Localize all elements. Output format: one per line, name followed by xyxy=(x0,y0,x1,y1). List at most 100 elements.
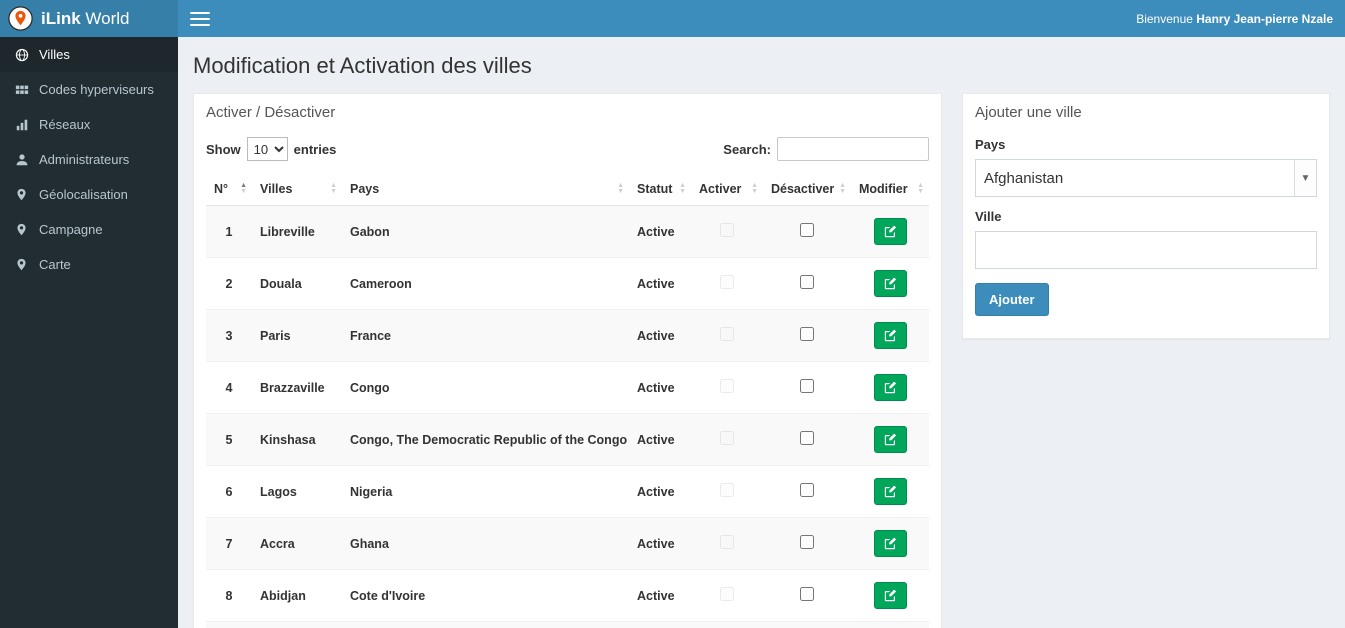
row-statut: Active xyxy=(629,621,691,628)
modifier-button[interactable] xyxy=(873,270,907,297)
column-header-5[interactable]: Désactiver ▲ ▼ xyxy=(763,173,851,206)
table-row: 3 Paris France Active xyxy=(206,309,929,362)
edit-icon xyxy=(884,485,897,498)
modifier-button[interactable] xyxy=(873,218,907,245)
sidebar-item-label: Administrateurs xyxy=(39,152,130,167)
row-statut: Active xyxy=(629,309,691,362)
row-pays: Cote d'Ivoire xyxy=(342,569,629,622)
row-num: 6 xyxy=(206,465,252,518)
row-num: 1 xyxy=(206,205,252,258)
row-pays: Gabon xyxy=(342,205,629,258)
row-pays: Ghana xyxy=(342,517,629,570)
search-input[interactable] xyxy=(777,137,929,161)
welcome-user[interactable]: Bienvenue Hanry Jean-pierre Nzale xyxy=(1136,12,1333,26)
page-length-select[interactable]: 10 xyxy=(246,137,288,161)
column-header-6[interactable]: Modifier ▲ ▼ xyxy=(851,173,929,206)
row-ville: Lagos xyxy=(252,465,342,518)
modifier-button[interactable] xyxy=(873,374,907,401)
sidebar-item-codes-hyperviseurs[interactable]: Codes hyperviseurs xyxy=(0,72,178,107)
app-logo[interactable]: iLink World xyxy=(0,0,178,37)
table-body: 1 Libreville Gabon Active 2 Douala Cameroon Act… xyxy=(206,205,929,628)
row-num: 2 xyxy=(206,257,252,310)
desactiver-checkbox[interactable] xyxy=(800,587,814,601)
row-num: 8 xyxy=(206,569,252,622)
sidebar-item-label: Villes xyxy=(39,47,70,62)
sidebar-item-label: Campagne xyxy=(39,222,103,237)
row-statut: Active xyxy=(629,569,691,622)
table-row: 1 Libreville Gabon Active xyxy=(206,205,929,258)
map-pin-icon xyxy=(14,187,29,202)
sidebar-item-geolocalisation[interactable]: Géolocalisation xyxy=(0,177,178,212)
column-header-3[interactable]: Statut ▲ ▼ xyxy=(629,173,691,206)
row-pays: France xyxy=(342,309,629,362)
sort-icon: ▲ ▼ xyxy=(679,182,686,195)
pays-select[interactable]: Afghanistan xyxy=(975,159,1317,197)
sidebar-item-reseaux[interactable]: Réseaux xyxy=(0,107,178,142)
grid-icon xyxy=(14,82,29,97)
row-pays: Congo xyxy=(342,361,629,414)
desactiver-checkbox[interactable] xyxy=(800,327,814,341)
sort-icon: ▲ ▼ xyxy=(839,182,846,195)
sidebar-item-label: Réseaux xyxy=(39,117,91,132)
sort-icon: ▲ ▼ xyxy=(917,182,924,195)
sort-icon: ▲ ▼ xyxy=(617,182,624,195)
sidebar-item-carte[interactable]: Carte xyxy=(0,247,178,282)
row-statut: Active xyxy=(629,413,691,466)
row-ville: Paris xyxy=(252,309,342,362)
ville-label: Ville xyxy=(975,209,1002,224)
row-pays: Congo, The Democratic Republic of the Co… xyxy=(342,413,629,466)
column-header-1[interactable]: Villes ▲ ▼ xyxy=(252,173,342,206)
page-title: Modification et Activation des villes xyxy=(193,53,532,78)
modifier-button[interactable] xyxy=(873,530,907,557)
table-header-row: N° ▲ ▼ Villes ▲ ▼ Pays ▲ ▼ Statut ▲ ▼ Activer ▲ ▼ Désac… xyxy=(206,173,929,206)
entries-label: entries xyxy=(293,141,337,157)
table-row: 4 Brazzaville Congo Active xyxy=(206,361,929,414)
show-label: Show xyxy=(206,141,241,157)
edit-icon xyxy=(884,329,897,342)
sidebar-item-label: Carte xyxy=(39,257,71,272)
modifier-button[interactable] xyxy=(873,582,907,609)
ajouter-button[interactable]: Ajouter xyxy=(975,283,1049,316)
column-header-4[interactable]: Activer ▲ ▼ xyxy=(691,173,763,206)
activer-checkbox xyxy=(720,275,734,289)
table-row: 9DakarSenegalActive xyxy=(206,621,929,628)
ville-input[interactable] xyxy=(975,231,1317,269)
desactiver-checkbox[interactable] xyxy=(800,223,814,237)
modifier-button[interactable] xyxy=(873,478,907,505)
search-label: Search: xyxy=(723,141,771,157)
edit-icon xyxy=(884,537,897,550)
row-num: 7 xyxy=(206,517,252,570)
row-ville: Dakar xyxy=(252,621,342,628)
user-icon xyxy=(14,152,29,167)
column-header-0[interactable]: N° ▲ ▼ xyxy=(206,173,252,206)
sidebar-item-administrateurs[interactable]: Administrateurs xyxy=(0,142,178,177)
activer-checkbox xyxy=(720,535,734,549)
row-statut: Active xyxy=(629,465,691,518)
row-num: 9 xyxy=(206,621,252,628)
desactiver-checkbox[interactable] xyxy=(800,483,814,497)
pays-label: Pays xyxy=(975,137,1006,152)
activer-checkbox xyxy=(720,379,734,393)
edit-icon xyxy=(884,277,897,290)
sidebar-item-label: Codes hyperviseurs xyxy=(39,82,154,97)
sort-icon: ▲ ▼ xyxy=(240,182,247,195)
row-pays: Nigeria xyxy=(342,465,629,518)
desactiver-checkbox[interactable] xyxy=(800,431,814,445)
modifier-button[interactable] xyxy=(873,426,907,453)
activer-checkbox xyxy=(720,223,734,237)
modifier-button[interactable] xyxy=(873,322,907,349)
desactiver-checkbox[interactable] xyxy=(800,535,814,549)
edit-icon xyxy=(884,589,897,602)
column-header-2[interactable]: Pays ▲ ▼ xyxy=(342,173,629,206)
desactiver-checkbox[interactable] xyxy=(800,275,814,289)
sidebar-item-villes[interactable]: Villes xyxy=(0,37,178,72)
sidebar-item-campagne[interactable]: Campagne xyxy=(0,212,178,247)
add-panel-title: Ajouter une ville xyxy=(975,104,1082,121)
sort-icon: ▲ ▼ xyxy=(330,182,337,195)
desactiver-checkbox[interactable] xyxy=(800,379,814,393)
table-row: 2 Douala Cameroon Active xyxy=(206,257,929,310)
activer-checkbox xyxy=(720,327,734,341)
activer-checkbox xyxy=(720,483,734,497)
activer-checkbox xyxy=(720,587,734,601)
sidebar-toggle-icon[interactable] xyxy=(190,11,210,26)
